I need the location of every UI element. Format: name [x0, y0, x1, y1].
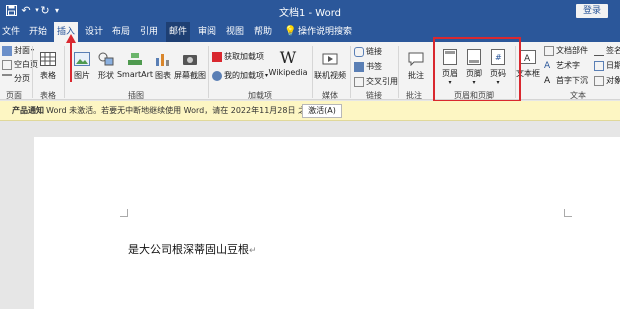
group-separator	[32, 46, 33, 98]
chart-icon	[154, 50, 172, 68]
shapes-button[interactable]: 形状	[94, 50, 118, 81]
table-button[interactable]: 表格	[36, 50, 60, 81]
quick-parts-button[interactable]: 文档部件	[544, 45, 588, 56]
pictures-button[interactable]: 图片	[70, 50, 94, 81]
calendar-icon	[594, 60, 604, 71]
textbox-icon: A	[519, 48, 537, 66]
title-bar: ↶ ▾ ↻ ▾ 文档1 - Word 登录	[0, 0, 620, 22]
document-page[interactable]: 是大公司根深蒂固山豆根↵	[34, 137, 620, 309]
tab-file[interactable]: 文件	[0, 22, 22, 42]
group-label-comments: 批注	[406, 91, 422, 100]
bookmark-icon	[354, 61, 364, 72]
quick-parts-icon	[544, 45, 554, 56]
tab-design[interactable]: 设计	[84, 22, 104, 42]
header-footer-highlight-box	[433, 37, 521, 102]
shapes-icon	[97, 50, 115, 68]
tab-view[interactable]: 视图	[224, 22, 246, 42]
tab-references[interactable]: 引用	[138, 22, 160, 42]
window-title: 文档1 - Word	[278, 8, 342, 19]
signature-icon	[594, 46, 604, 56]
smartart-icon	[126, 50, 144, 68]
cover-page-icon	[2, 45, 12, 56]
group-label-illustrations: 插图	[128, 91, 144, 100]
table-icon	[39, 50, 57, 68]
group-label-addins: 加载项	[248, 91, 272, 100]
link-icon	[354, 46, 364, 57]
group-label-tables: 表格	[40, 91, 56, 100]
group-label-media: 媒体	[322, 91, 338, 100]
drop-cap-button[interactable]: A 首字下沉	[544, 75, 588, 86]
group-separator	[64, 46, 65, 98]
picture-icon	[73, 50, 91, 68]
comment-icon	[407, 50, 425, 68]
tab-home[interactable]: 开始	[28, 22, 48, 42]
group-separator	[208, 46, 209, 98]
tab-layout[interactable]: 布局	[110, 22, 132, 42]
wordart-icon: A	[544, 60, 551, 71]
tab-help[interactable]: 帮助	[252, 22, 274, 42]
video-icon	[321, 50, 339, 68]
wikipedia-icon: W	[279, 47, 297, 67]
screenshot-button[interactable]: 屏幕截图	[174, 50, 206, 81]
notice-label: 产品通知	[12, 106, 44, 115]
object-button[interactable]: 对象	[594, 75, 620, 86]
get-addins-button[interactable]: 获取加载项	[212, 51, 264, 62]
page-break-button[interactable]: 分页	[2, 73, 30, 84]
group-separator	[398, 46, 399, 98]
group-separator	[312, 46, 313, 98]
comment-button[interactable]: 批注	[402, 50, 430, 81]
group-label-text: 文本	[570, 91, 586, 100]
crop-mark	[120, 209, 128, 217]
online-video-button[interactable]: 联机视频	[314, 50, 346, 81]
wikipedia-button[interactable]: W Wikipedia	[268, 47, 308, 78]
tab-review[interactable]: 审阅	[196, 22, 218, 42]
product-notice-bar: 产品通知 Word 未激活。若要无中断地继续使用 Word，请在 2022年11…	[0, 101, 620, 121]
camera-icon	[181, 50, 199, 68]
lightbulb-icon: 💡	[284, 26, 297, 37]
blank-page-icon	[2, 59, 12, 70]
page-break-icon	[2, 73, 12, 84]
paragraph-mark: ↵	[249, 246, 257, 256]
group-label-links: 链接	[366, 91, 382, 100]
ribbon-tabs: 文件 开始 插入 设计 布局 引用 邮件 审阅 视图 帮助 💡 操作说明搜索	[0, 22, 620, 42]
drop-cap-icon: A	[544, 75, 551, 86]
link-button[interactable]: 链接	[354, 46, 382, 57]
smartart-button[interactable]: SmartArt	[117, 50, 153, 79]
arrow-shaft	[70, 40, 72, 82]
my-addins-icon	[212, 70, 222, 81]
cover-page-button[interactable]: 封面▾	[2, 45, 34, 56]
cross-reference-button[interactable]: 交叉引用	[354, 76, 398, 87]
group-label-pages: 页面	[6, 91, 22, 100]
notice-message: Word 未激活。若要无中断地继续使用 Word，请在 2022年11月28日 …	[46, 106, 339, 115]
group-separator	[350, 46, 351, 98]
tell-me-search[interactable]: 操作说明搜索	[298, 22, 358, 42]
svg-text:A: A	[524, 54, 531, 64]
wordart-button[interactable]: A 艺术字	[544, 60, 580, 71]
ribbon: 封面▾ 空白页 分页 页面 表格 表格 图片 形状 SmartArt 图表 屏幕…	[0, 42, 620, 100]
document-area: 是大公司根深蒂固山豆根↵	[0, 121, 620, 309]
crop-mark	[564, 209, 572, 217]
cross-reference-icon	[354, 76, 364, 87]
chart-button[interactable]: 图表	[152, 50, 174, 81]
my-addins-button[interactable]: 我的加载项 ▾	[212, 70, 268, 81]
object-icon	[594, 75, 604, 86]
activate-button[interactable]: 激活(A)	[302, 104, 342, 118]
login-button[interactable]: 登录	[576, 4, 608, 18]
bookmark-button[interactable]: 书签	[354, 61, 382, 72]
signature-line-button[interactable]: 签名行	[594, 45, 620, 56]
document-text[interactable]: 是大公司根深蒂固山豆根↵	[128, 241, 257, 257]
tab-mailings[interactable]: 邮件	[166, 22, 190, 42]
date-time-button[interactable]: 日期和	[594, 60, 620, 71]
store-icon	[212, 51, 222, 62]
